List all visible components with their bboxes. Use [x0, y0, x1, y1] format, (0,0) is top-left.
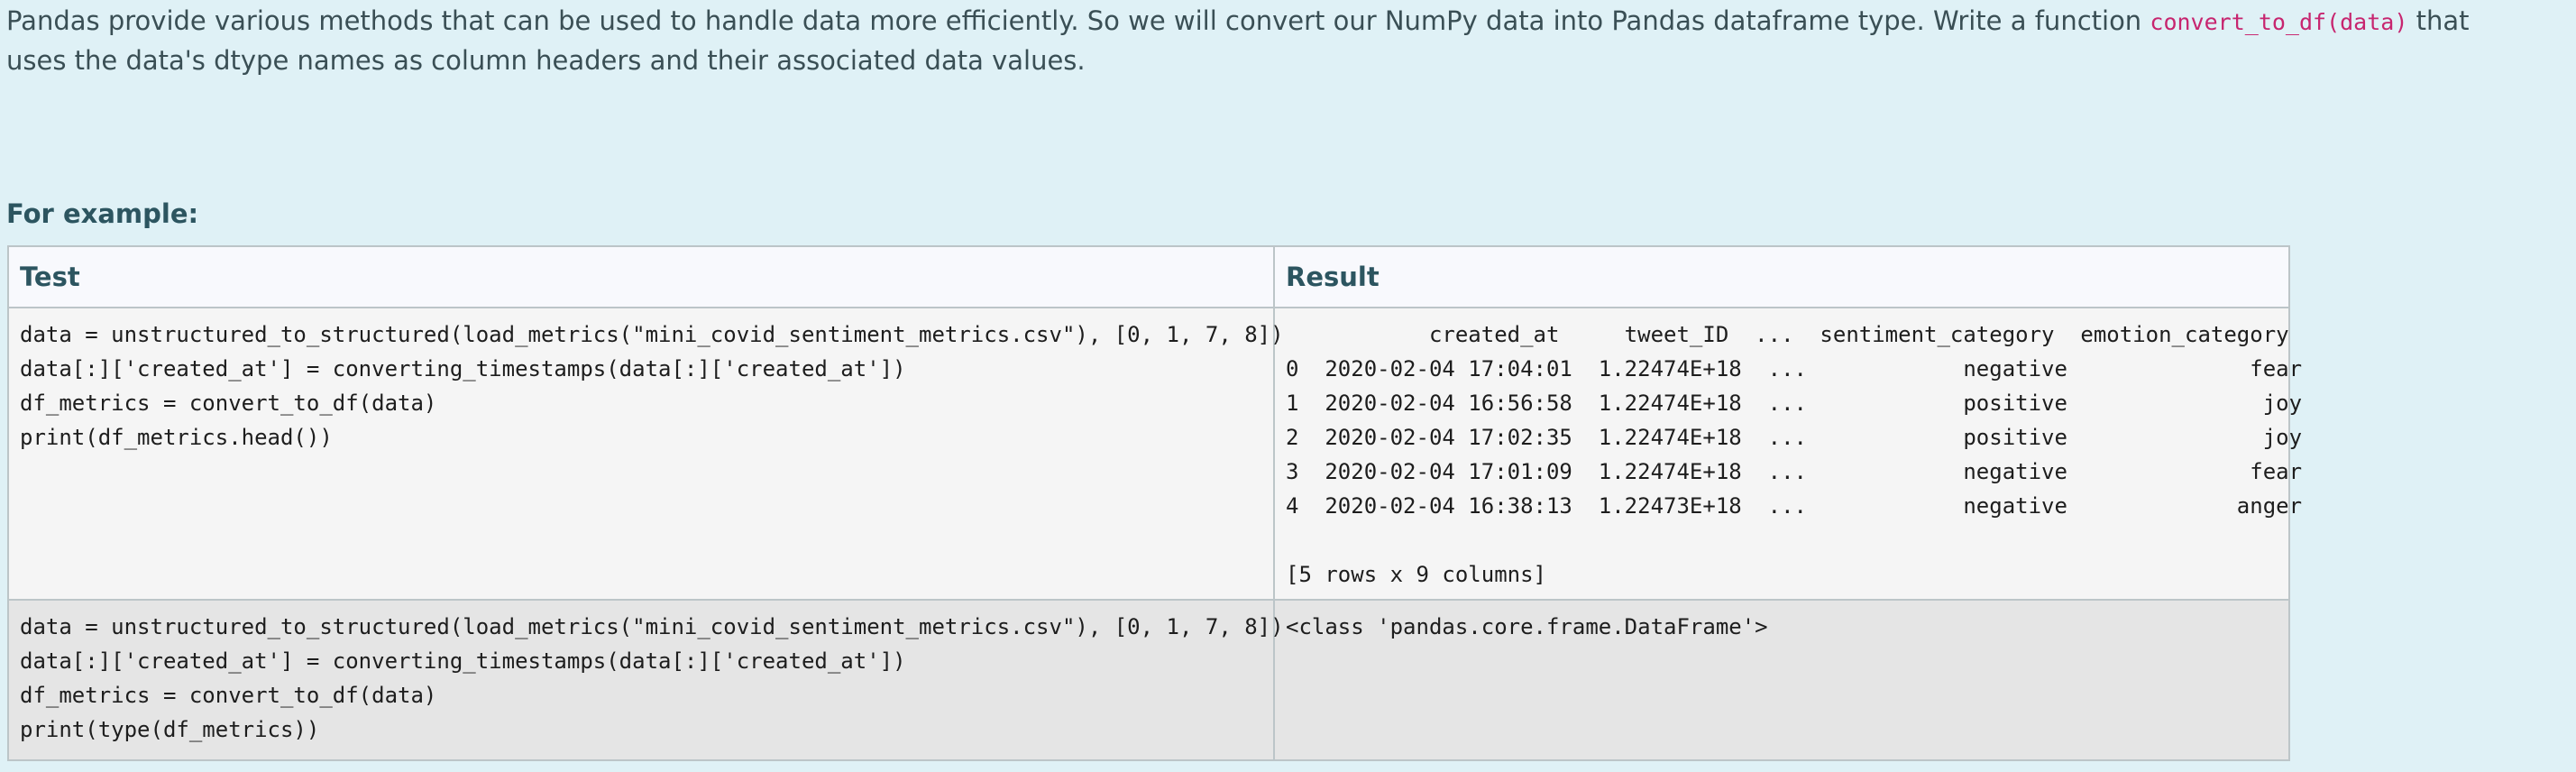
result-cell: created_at tweet_ID ... sentiment_catego… [1273, 307, 2303, 601]
test-cell: data = unstructured_to_structured(load_m… [7, 599, 1284, 761]
examples-header-row: Test Result [7, 245, 2290, 308]
test-code: data = unstructured_to_structured(load_m… [20, 614, 1284, 742]
result-cell: <class 'pandas.core.frame.DataFrame'> [1273, 599, 2290, 761]
test-column-header: Test [7, 245, 1275, 308]
example-row: data = unstructured_to_structured(load_m… [7, 599, 2290, 761]
examples-table: Test Result data = unstructured_to_struc… [7, 245, 2303, 761]
question-text-before: Pandas provide various methods that can … [6, 5, 2150, 36]
example-row: data = unstructured_to_structured(load_m… [7, 307, 2303, 601]
result-column-header: Result [1273, 245, 2290, 308]
test-code: data = unstructured_to_structured(load_m… [20, 322, 1284, 450]
result-output: created_at tweet_ID ... sentiment_catego… [1286, 322, 2303, 587]
result-output: <class 'pandas.core.frame.DataFrame'> [1286, 614, 1768, 639]
test-cell: data = unstructured_to_structured(load_m… [7, 307, 1284, 601]
for-example-heading: For example: [6, 198, 199, 229]
function-name-code: convert_to_df(data) [2150, 9, 2408, 35]
question-text: Pandas provide various methods that can … [6, 2, 2531, 80]
